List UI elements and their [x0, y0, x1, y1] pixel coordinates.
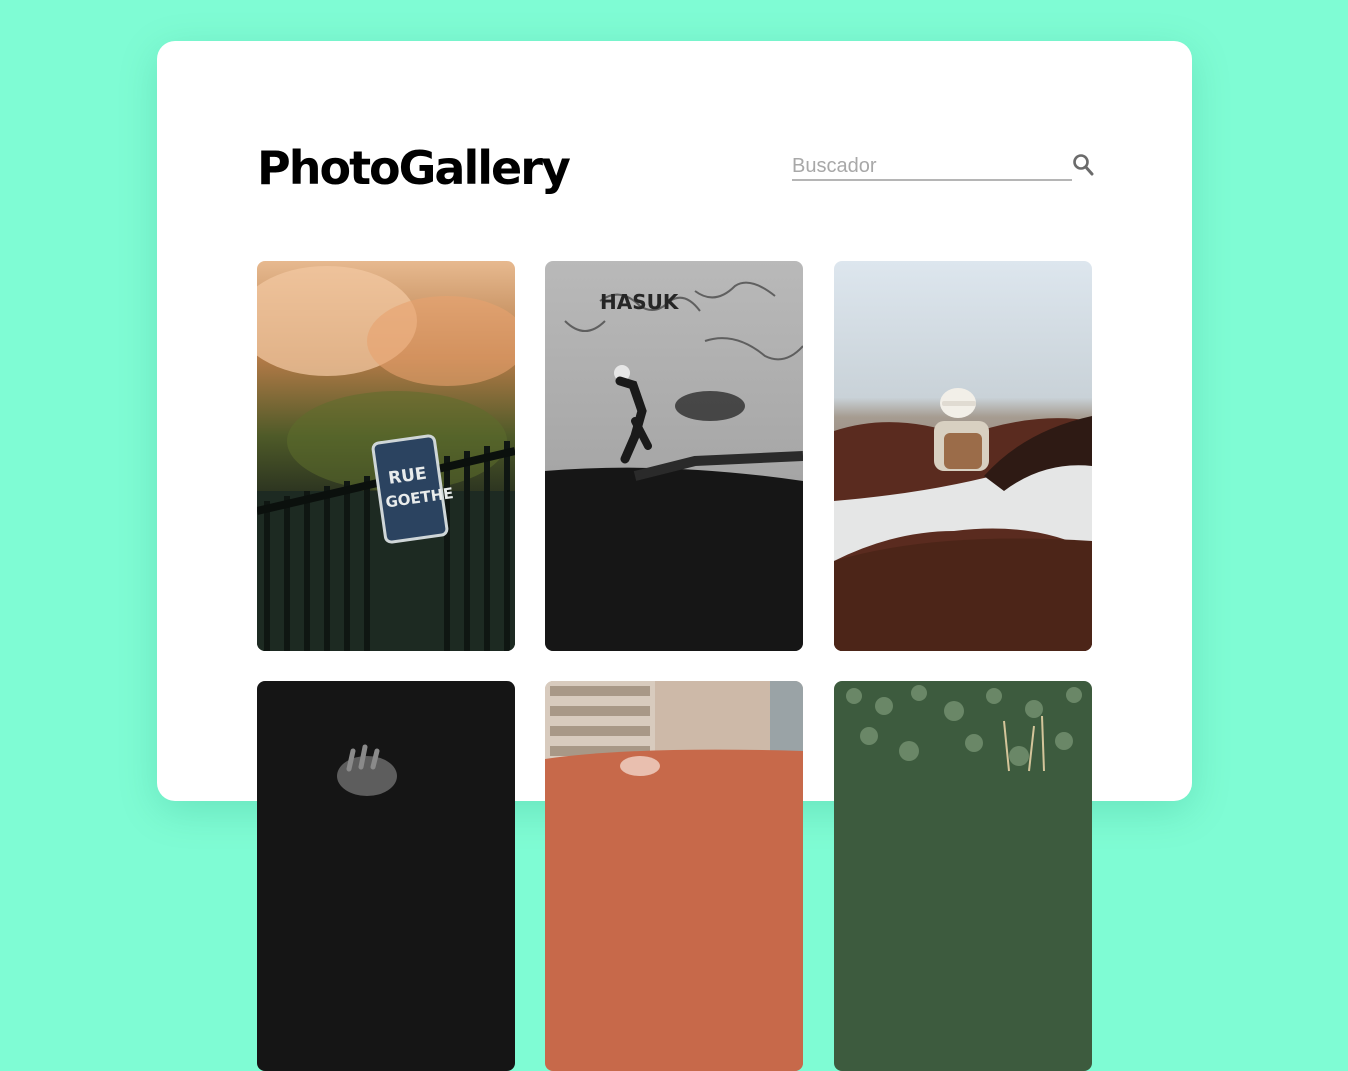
photo-building-image [545, 681, 803, 1071]
photo-street-sign-image: RUE GOETHE [257, 261, 515, 651]
gallery-card: PhotoGallery Buscador RUE GOETHE HASUK [157, 41, 1192, 1071]
search-button[interactable] [1072, 153, 1094, 177]
search-icon [1073, 154, 1094, 176]
photo-horses-image [834, 261, 1092, 651]
photo-field[interactable] [834, 681, 1092, 1071]
photo-field-image [834, 681, 1092, 1071]
photo-skateboarder-image: HASUK [545, 261, 803, 651]
photo-hand[interactable] [257, 681, 515, 1071]
site-logo[interactable]: PhotoGallery [257, 145, 571, 191]
photo-horses[interactable] [834, 261, 1092, 651]
photo-skateboarder[interactable]: HASUK [545, 261, 803, 651]
search-input[interactable] [792, 153, 1072, 181]
photo-building[interactable] [545, 681, 803, 1071]
search-bar [792, 153, 1094, 183]
photo-hand-image [257, 681, 515, 1071]
photo-street-sign[interactable]: RUE GOETHE [257, 261, 515, 651]
svg-text:HASUK: HASUK [600, 290, 680, 314]
